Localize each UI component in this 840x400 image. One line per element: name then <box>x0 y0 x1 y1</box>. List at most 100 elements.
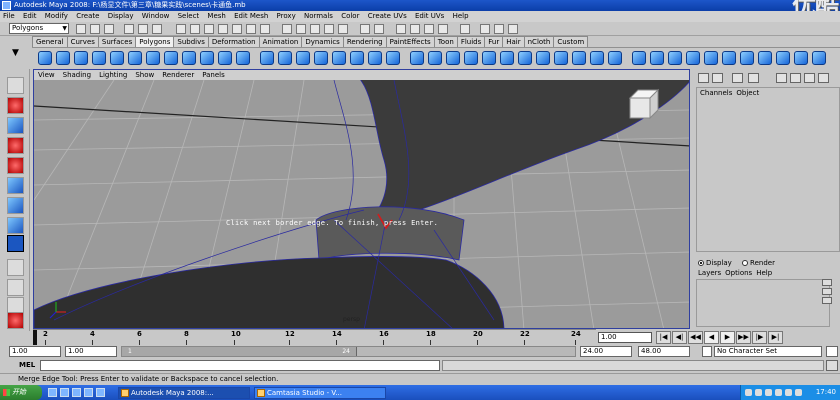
channel-menu-object[interactable]: Object <box>736 89 759 97</box>
tab-rendering[interactable]: Rendering <box>342 36 387 47</box>
quick-launch-folder-icon[interactable] <box>84 388 93 397</box>
poly-prism-icon[interactable] <box>146 51 160 65</box>
render-current-icon[interactable] <box>410 24 420 34</box>
tray-update-icon[interactable] <box>785 389 792 396</box>
step-back-key-icon[interactable]: ◀◀ <box>688 331 703 344</box>
quick-select-icon[interactable] <box>460 24 470 34</box>
poly-platonic-icon[interactable] <box>236 51 250 65</box>
fill-hole-icon[interactable] <box>464 51 478 65</box>
menu-proxy[interactable]: Proxy <box>274 11 299 22</box>
animation-preferences-icon[interactable] <box>826 346 838 357</box>
boolean-union-icon[interactable] <box>350 51 364 65</box>
automatic-mapping-icon[interactable] <box>686 51 700 65</box>
menu-edit-uvs[interactable]: Edit UVs <box>412 11 447 22</box>
layer-list[interactable] <box>696 279 830 327</box>
collapse-icon[interactable] <box>572 51 586 65</box>
play-backward-icon[interactable]: ◀ <box>704 331 719 344</box>
taskbar-camtasia-button[interactable]: Camtasia Studio - V... <box>254 387 386 399</box>
extract-icon[interactable] <box>296 51 310 65</box>
new-layer-icon[interactable] <box>822 279 832 286</box>
menu-help[interactable]: Help <box>450 11 472 22</box>
tray-network-icon[interactable] <box>745 389 752 396</box>
poly-cube-icon[interactable] <box>56 51 70 65</box>
tab-custom[interactable]: Custom <box>553 36 589 47</box>
smooth-icon[interactable] <box>314 51 328 65</box>
tab-painteffects[interactable]: PaintEffects <box>385 36 435 47</box>
channel-box-icon[interactable] <box>698 73 709 83</box>
pick-dynamics-icon[interactable] <box>246 24 256 34</box>
sculpt-geometry-icon[interactable] <box>794 51 808 65</box>
poly-cylinder-icon[interactable] <box>74 51 88 65</box>
panel-menu-panels[interactable]: Panels <box>198 71 229 79</box>
tab-polygons[interactable]: Polygons <box>135 36 175 47</box>
reverse-normals-icon[interactable] <box>740 51 754 65</box>
save-scene-icon[interactable] <box>104 24 114 34</box>
step-forward-icon[interactable]: |▶ <box>752 331 767 344</box>
snap-grid-icon[interactable] <box>282 24 292 34</box>
range-slider-handle[interactable]: 1 24 <box>122 347 357 356</box>
io-connections-icon[interactable] <box>374 24 384 34</box>
menu-edit-mesh[interactable]: Edit Mesh <box>231 11 271 22</box>
panel-menu-lighting[interactable]: Lighting <box>95 71 131 79</box>
play-forward-icon[interactable]: ▶ <box>720 331 735 344</box>
menu-window[interactable]: Window <box>139 11 173 22</box>
perspective-viewport[interactable]: View Shading Lighting Show Renderer Panels <box>33 69 690 329</box>
viewport-canvas[interactable] <box>34 80 690 329</box>
menu-create-uvs[interactable]: Create UVs <box>365 11 410 22</box>
select-hierarchy-icon[interactable] <box>124 24 134 34</box>
tab-surfaces[interactable]: Surfaces <box>97 36 137 47</box>
pick-rendering-icon[interactable] <box>260 24 270 34</box>
snap-curve-icon[interactable] <box>296 24 306 34</box>
start-time-field[interactable]: 1.00 <box>9 346 61 357</box>
tray-ime-icon[interactable] <box>775 389 782 396</box>
poly-torus-icon[interactable] <box>128 51 142 65</box>
extrude-icon[interactable] <box>410 51 424 65</box>
menu-color[interactable]: Color <box>338 11 362 22</box>
single-perspective-layout-icon[interactable] <box>7 259 24 276</box>
channel-menu-channels[interactable]: Channels <box>700 89 732 97</box>
layer-scroll-icon[interactable] <box>822 297 832 304</box>
spherical-mapping-icon[interactable] <box>668 51 682 65</box>
move-tool-icon[interactable] <box>7 137 24 154</box>
layer-editor-icon[interactable] <box>712 73 723 83</box>
step-forward-key-icon[interactable]: ▶▶ <box>736 331 751 344</box>
poly-soccer-ball-icon[interactable] <box>218 51 232 65</box>
pick-surfaces-icon[interactable] <box>218 24 228 34</box>
tab-fur[interactable]: Fur <box>484 36 504 47</box>
planar-mapping-icon[interactable] <box>632 51 646 65</box>
go-to-end-icon[interactable]: ▶| <box>768 331 783 344</box>
tab-general[interactable]: General <box>32 36 68 47</box>
history-icon[interactable] <box>360 24 370 34</box>
boolean-intersection-icon[interactable] <box>386 51 400 65</box>
tray-volume-icon[interactable] <box>755 389 762 396</box>
soften-edge-icon[interactable] <box>758 51 772 65</box>
snap-view-plane-icon[interactable] <box>324 24 334 34</box>
bridge-icon[interactable] <box>428 51 442 65</box>
tray-app-icon[interactable] <box>795 389 802 396</box>
panel-menu-renderer[interactable]: Renderer <box>158 71 198 79</box>
tab-fluids[interactable]: Fluids <box>456 36 486 47</box>
tab-toon[interactable]: Toon <box>433 36 458 47</box>
poly-pipe-icon[interactable] <box>182 51 196 65</box>
merge-icon[interactable] <box>536 51 550 65</box>
shelf-menu-arrow-icon[interactable]: ▼ <box>12 48 19 58</box>
new-scene-icon[interactable] <box>76 24 86 34</box>
menu-edit[interactable]: Edit <box>20 11 40 22</box>
character-set-icon[interactable] <box>702 346 712 357</box>
harden-edge-icon[interactable] <box>776 51 790 65</box>
menu-create[interactable]: Create <box>73 11 102 22</box>
show-manipulator-icon[interactable] <box>7 197 24 214</box>
poly-sphere-icon[interactable] <box>38 51 52 65</box>
panel-menu-show[interactable]: Show <box>131 71 158 79</box>
time-slider[interactable]: 2 4 6 8 10 12 14 16 18 20 22 24 <box>33 329 596 345</box>
make-live-icon[interactable] <box>338 24 348 34</box>
last-tool-icon[interactable] <box>7 217 24 234</box>
poly-plane-icon[interactable] <box>110 51 124 65</box>
rotate-tool-icon[interactable] <box>7 157 24 174</box>
outliner-toggle-icon[interactable] <box>748 73 759 83</box>
panel-menu-view[interactable]: View <box>34 71 59 79</box>
display-layer-radio[interactable] <box>698 260 704 266</box>
render-layer-radio[interactable] <box>742 260 749 266</box>
tool-settings-icon[interactable] <box>494 24 504 34</box>
attribute-editor-icon[interactable] <box>480 24 490 34</box>
